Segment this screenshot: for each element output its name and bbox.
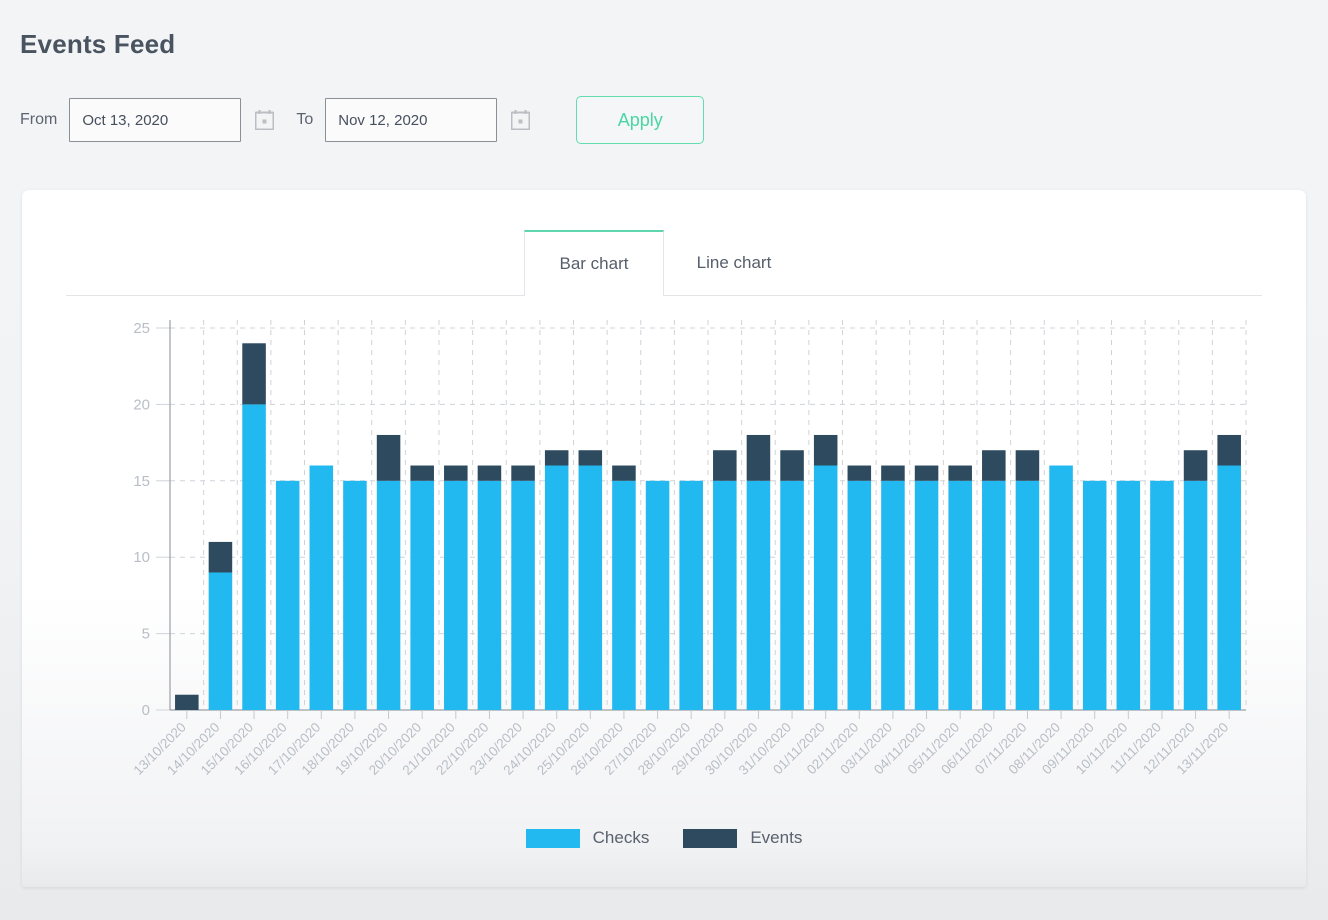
- calendar-icon-to[interactable]: [511, 110, 531, 130]
- svg-text:5: 5: [142, 626, 150, 643]
- events-feed-page: Events Feed From To Apply Bar cha: [0, 0, 1328, 920]
- chart-card: Bar chart Line chart 0 5 10 15 20 25 13/10/202…: [22, 190, 1306, 887]
- svg-text:0: 0: [142, 702, 150, 719]
- svg-text:25: 25: [133, 320, 150, 337]
- tab-bar-chart[interactable]: Bar chart: [524, 230, 664, 296]
- legend-label-checks: Checks: [592, 828, 650, 847]
- legend-swatch-events: [683, 828, 738, 848]
- from-label: From: [20, 111, 58, 128]
- legend-item-events: Events: [683, 828, 802, 848]
- chart-legend: Checks Events: [22, 828, 1306, 848]
- calendar-icon-from[interactable]: [255, 110, 275, 130]
- bar-chart: 0 5 10 15 20 25 13/10/2020 14/10/2020 15/10/2020…: [22, 310, 1306, 830]
- page-title: Events Feed: [20, 29, 176, 60]
- date-range-filter-bar: From To Apply: [20, 96, 705, 144]
- to-label: To: [296, 111, 314, 128]
- svg-text:10: 10: [133, 549, 150, 566]
- svg-text:20: 20: [133, 396, 150, 413]
- legend-label-events: Events: [750, 828, 803, 847]
- legend-swatch-checks: [525, 828, 580, 848]
- to-date-input[interactable]: [325, 98, 498, 142]
- tab-line-chart[interactable]: Line chart: [664, 230, 804, 295]
- from-date-input[interactable]: [69, 98, 242, 142]
- svg-text:15: 15: [133, 473, 150, 490]
- chart-tabs: Bar chart Line chart: [66, 230, 1262, 296]
- apply-button[interactable]: Apply: [576, 96, 705, 144]
- legend-item-checks: Checks: [525, 828, 650, 848]
- bar-chart-canvas: 051015202513/10/202014/10/202015/10/2020…: [131, 320, 1247, 778]
